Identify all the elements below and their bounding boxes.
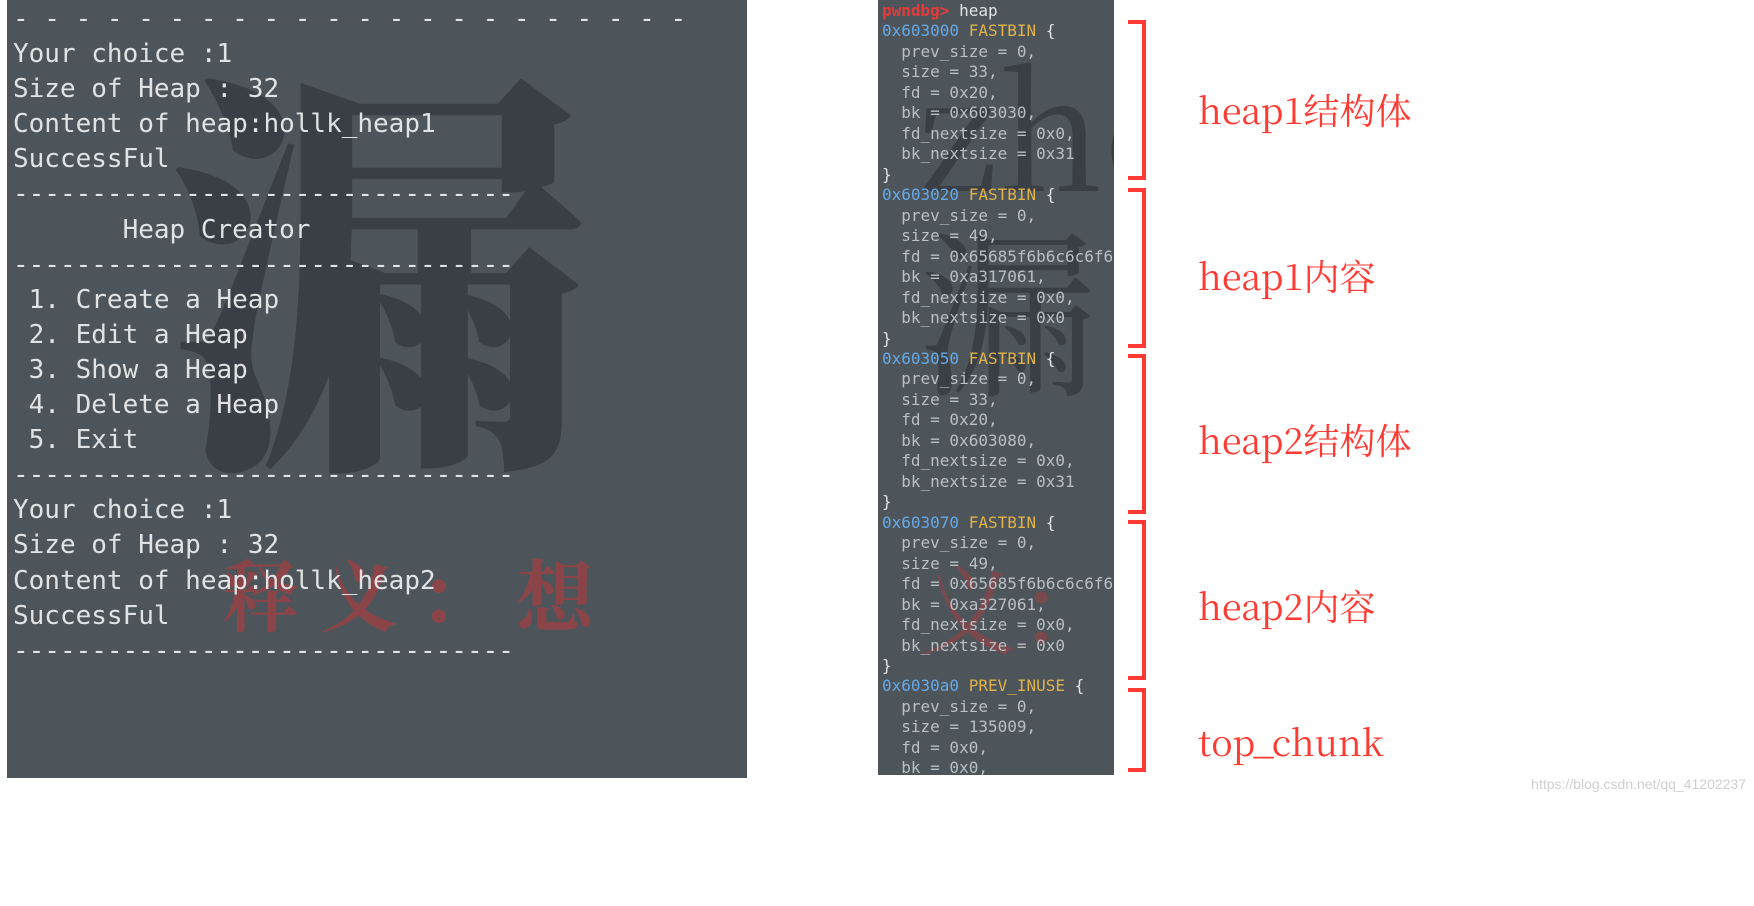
bracket-heap2-content xyxy=(1124,520,1146,680)
menu-terminal: 漏 释义：想 - - - - - - - - - - - - - - - - -… xyxy=(7,0,747,778)
terminal-output: - - - - - - - - - - - - - - - - - - - - … xyxy=(13,2,741,669)
bracket-heap1-content xyxy=(1124,188,1146,348)
anno-heap1-struct: heap1结构体 xyxy=(1198,84,1411,135)
bracket-heap2-struct xyxy=(1124,354,1146,514)
heap-dump-cluster: zhē 漏 义： pwndbg> heap 0x603000 FASTBIN {… xyxy=(878,0,1748,775)
bracket-top-chunk xyxy=(1124,688,1146,772)
anno-heap1-content: heap1内容 xyxy=(1198,250,1375,301)
anno-top-chunk: top_chunk xyxy=(1198,716,1384,767)
bracket-heap1-struct xyxy=(1124,20,1146,180)
watermark: https://blog.csdn.net/qq_41202237 xyxy=(1531,776,1746,792)
anno-heap2-struct: heap2结构体 xyxy=(1198,414,1411,465)
anno-heap2-content: heap2内容 xyxy=(1198,580,1375,631)
pwndbg-terminal: zhē 漏 义： pwndbg> heap 0x603000 FASTBIN {… xyxy=(878,0,1114,775)
heap-output: pwndbg> heap 0x603000 FASTBIN { prev_siz… xyxy=(882,1,1114,775)
